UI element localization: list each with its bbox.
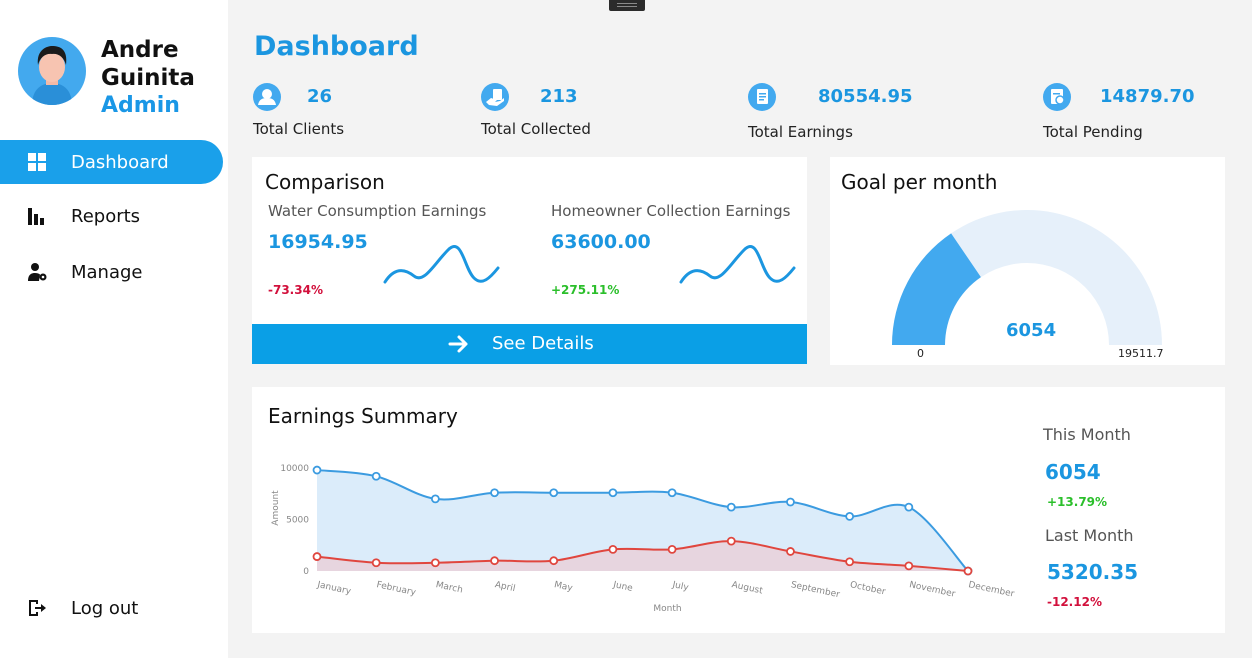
stat-collected-label: Total Collected [481,120,591,138]
data-point [786,547,795,556]
x-tick-label: September [790,580,841,600]
user-icon [253,83,281,111]
sidebar-item-label: Reports [71,205,141,227]
data-point [608,544,618,554]
x-tick-label: October [849,580,887,597]
user-role: Admin [101,93,180,118]
data-point [667,544,677,554]
avatar [18,37,86,105]
see-details-label: See Details [492,333,594,354]
x-tick-label: June [611,580,634,594]
x-axis-label: Month [653,604,681,614]
stat-earnings-label: Total Earnings [748,123,853,141]
y-tick-label: 10000 [280,464,309,474]
earnings-summary-title: Earnings Summary [268,404,458,428]
x-tick-label: May [553,580,574,594]
water-sparkline [383,245,500,284]
data-point [963,566,973,576]
data-point [490,488,499,498]
sidebar-item-label: Manage [71,261,143,283]
bar-chart-icon [27,206,47,226]
homeowner-label: Homeowner Collection Earnings [551,202,791,220]
sidebar-item-reports[interactable]: Reports [0,194,223,238]
this-month-change: +13.79% [1047,495,1108,509]
data-point [490,556,499,566]
homeowner-sparkline [679,245,796,284]
stat-pending-label: Total Pending [1043,123,1143,141]
last-month-change: -12.12% [1047,595,1102,609]
x-tick-label: July [670,580,690,593]
page-title: Dashboard [254,31,419,62]
logout-label: Log out [71,597,139,619]
data-point [549,556,559,566]
last-month-label: Last Month [1045,526,1134,545]
data-point [430,494,440,504]
this-month-label: This Month [1043,425,1131,444]
goal-value: 6054 [1006,320,1057,341]
sidebar-item-dashboard[interactable]: Dashboard [0,140,223,184]
x-tick-label: January [315,580,352,597]
data-point [667,488,677,498]
y-tick-label: 0 [303,567,309,577]
grid-icon [27,152,47,172]
x-tick-label: December [967,580,1015,600]
data-point [312,465,322,475]
homeowner-change: +275.11% [551,283,620,297]
document-icon [748,83,776,111]
water-change: -73.34% [268,283,323,297]
goal-max: 19511.7 [1118,347,1164,360]
water-label: Water Consumption Earnings [268,202,487,220]
user-last-name: Guinita [101,65,195,91]
data-point [845,512,855,521]
data-point [312,552,322,561]
window-drag-handle[interactable] [609,0,645,11]
stat-collected-value: 213 [540,86,578,107]
x-tick-label: March [435,580,464,595]
data-point [904,561,914,571]
x-tick-label: April [494,580,516,594]
last-month-value: 5320.35 [1047,560,1139,584]
data-point [845,557,855,567]
sidebar-item-label: Dashboard [71,151,169,173]
see-details-button[interactable]: See Details [252,324,807,364]
goal-title: Goal per month [841,170,998,194]
this-month-value: 6054 [1045,460,1101,484]
stat-clients-value: 26 [307,86,333,107]
y-axis-label: Amount [271,490,281,526]
stat-earnings-value: 80554.95 [818,86,913,107]
user-first-name: Andre [101,37,179,63]
data-point [549,488,559,498]
data-point [371,471,381,481]
stat-clients-label: Total Clients [253,120,345,138]
earnings-chart: 10000 5000 0 January February March April May Ju… [271,464,1015,614]
logout-icon [27,598,47,618]
y-tick-label: 5000 [286,516,309,526]
hand-payment-icon [481,83,509,111]
x-tick-label: February [376,580,418,598]
x-tick-label: August [731,580,764,596]
data-point [430,558,440,568]
x-tick-label: November [908,580,956,600]
data-point [726,502,736,512]
goal-min: 0 [917,347,924,360]
logout-button[interactable]: Log out [0,586,223,630]
data-point [371,558,381,568]
data-point [726,536,736,546]
user-gear-icon [27,262,47,282]
water-value: 16954.95 [268,231,368,253]
stat-pending-value: 14879.70 [1100,86,1195,107]
data-point [786,497,795,507]
data-point [904,502,914,512]
pending-invoice-icon [1043,83,1071,111]
comparison-title: Comparison [265,170,385,194]
sidebar-item-manage[interactable]: Manage [0,250,223,294]
data-point [608,488,618,498]
homeowner-value: 63600.00 [551,231,651,253]
arrow-right-icon [448,333,470,360]
sidebar: Andre Guinita Admin Dashboard Reports Ma… [0,0,228,658]
